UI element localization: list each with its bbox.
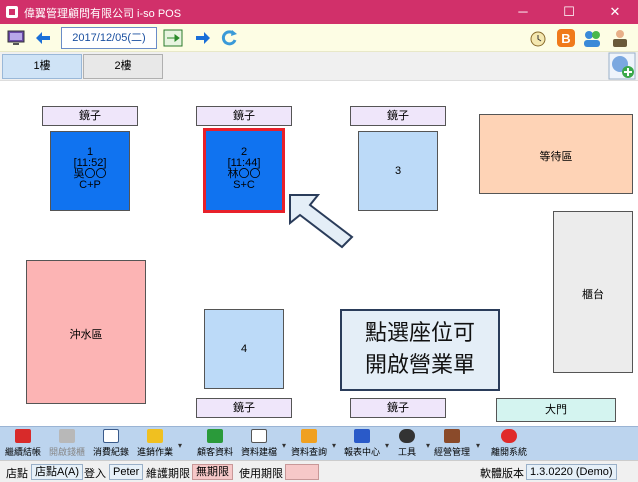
alarm-clock-icon[interactable] xyxy=(528,28,548,48)
document-icon xyxy=(251,429,267,443)
hint-line-1: 點選座位可 xyxy=(364,320,475,345)
usage-label: 使用期限 xyxy=(239,468,283,480)
date-field[interactable]: 2017/12/05(二) xyxy=(61,27,157,49)
report-center-button[interactable]: 報表中心 ▾ xyxy=(343,429,389,459)
refresh-icon[interactable] xyxy=(219,28,239,48)
wash-area-label: 沖水區 xyxy=(69,329,103,341)
open-drawer-button[interactable]: 開啟錢櫃 xyxy=(48,429,86,459)
store-label: 店點 xyxy=(6,468,28,480)
blogger-icon[interactable]: B xyxy=(556,28,576,48)
chevron-down-icon: ▾ xyxy=(331,441,336,450)
customer-data-button[interactable]: 顧客資料 xyxy=(196,429,234,459)
data-query-button[interactable]: 資料查詢 ▾ xyxy=(290,429,336,459)
cash-drawer-icon xyxy=(59,429,75,443)
usage-value xyxy=(285,464,319,480)
consumption-record-button[interactable]: 消費紀錄 xyxy=(92,429,130,459)
go-today-icon[interactable] xyxy=(163,28,183,48)
previous-date-arrow-icon[interactable] xyxy=(34,28,54,48)
main-gate: 大門 xyxy=(496,398,616,422)
login-label: 登入 xyxy=(84,468,106,480)
briefcase-icon xyxy=(444,429,460,443)
chevron-down-icon: ▾ xyxy=(425,441,430,450)
continue-checkout-button[interactable]: 繼續結帳 xyxy=(4,429,42,459)
waiting-area: 等待區 xyxy=(479,114,633,194)
mirror-label: 鏡子 xyxy=(350,398,446,418)
seat-4[interactable]: 4 xyxy=(204,309,284,389)
mirror-label: 鏡子 xyxy=(42,106,138,126)
chart-icon xyxy=(354,429,370,443)
list-icon xyxy=(103,429,119,443)
counter-label: 櫃台 xyxy=(582,289,604,301)
toolbar: 2017/12/05(二) B xyxy=(0,24,638,52)
power-icon xyxy=(501,429,517,443)
version-label: 軟體版本 xyxy=(480,468,524,480)
status-bar: 店點 店點A(A) 登入 Peter 維護期限 無期限 使用期限 軟體版本 1.… xyxy=(0,460,638,482)
tools-button[interactable]: 工具 ▾ xyxy=(392,429,430,459)
tab-floor-2[interactable]: 2樓 xyxy=(83,54,163,79)
counter-area: 櫃台 xyxy=(553,211,633,373)
seat-1[interactable]: 1 [11:52] 吳〇〇 C+P xyxy=(50,131,130,211)
chevron-down-icon: ▾ xyxy=(475,441,480,450)
waiting-area-label: 等待區 xyxy=(539,151,573,163)
window-title: 偉翼管理顧問有限公司 i-so POS xyxy=(24,8,182,20)
hint-line-2: 開啟營業單 xyxy=(364,352,475,377)
business-management-button[interactable]: 經營管理 ▾ xyxy=(432,429,480,459)
inventory-button[interactable]: 進銷作業 ▾ xyxy=(136,429,182,459)
minimize-button[interactable]: ─ xyxy=(500,0,546,24)
add-floor-icon[interactable] xyxy=(608,52,636,80)
staff-icon[interactable] xyxy=(610,28,630,48)
chevron-down-icon: ▾ xyxy=(281,441,286,450)
floor-plan: 鏡子 鏡子 鏡子 1 [11:52] 吳〇〇 C+P 2 [11:44] 林〇〇… xyxy=(0,80,638,426)
search-icon xyxy=(301,429,317,443)
version-value: 1.3.0220 (Demo) xyxy=(526,464,617,480)
maintenance-value: 無期限 xyxy=(192,464,233,480)
maintenance-label: 維護期限 xyxy=(146,468,190,480)
exit-system-button[interactable]: 離開系統 xyxy=(490,429,528,459)
gear-icon xyxy=(399,429,415,443)
tab-floor-1[interactable]: 1樓 xyxy=(2,54,82,79)
hint-callout: 點選座位可 開啟營業單 xyxy=(340,309,500,391)
seat-number: 3 xyxy=(394,165,402,177)
service-code: S+C xyxy=(233,179,255,191)
seat-2[interactable]: 2 [11:44] 林〇〇 S+C xyxy=(203,128,285,213)
maximize-button[interactable]: ☐ xyxy=(546,0,592,24)
callout-arrow-icon xyxy=(289,194,354,249)
close-button[interactable]: ✕ xyxy=(592,0,638,24)
chevron-down-icon: ▾ xyxy=(384,441,389,450)
mirror-label: 鏡子 xyxy=(196,106,292,126)
service-code: C+P xyxy=(79,179,101,191)
svg-text:B: B xyxy=(561,31,570,46)
floor-tab-bar: 1樓 2樓 xyxy=(0,52,638,80)
register-icon xyxy=(15,429,31,443)
inventory-icon xyxy=(147,429,163,443)
login-user: Peter xyxy=(109,464,144,480)
seat-3[interactable]: 3 xyxy=(358,131,438,211)
title-bar: 偉翼管理顧問有限公司 i-so POS ─ ☐ ✕ xyxy=(0,0,638,24)
mirror-label: 鏡子 xyxy=(196,398,292,418)
app-icon xyxy=(6,6,18,18)
wash-area: 沖水區 xyxy=(26,260,146,404)
chevron-down-icon: ▾ xyxy=(177,441,182,450)
function-bar: 繼續結帳 開啟錢櫃 消費紀錄 進銷作業 ▾ 顧客資料 資料建檔 ▾ 資料查詢 ▾… xyxy=(0,426,638,460)
monitor-icon[interactable] xyxy=(6,28,26,48)
mirror-label: 鏡子 xyxy=(350,106,446,126)
store-value: 店點A(A) xyxy=(31,464,83,480)
customer-icon xyxy=(207,429,223,443)
next-date-arrow-icon[interactable] xyxy=(192,28,212,48)
seat-number: 4 xyxy=(240,343,248,355)
data-setup-button[interactable]: 資料建檔 ▾ xyxy=(240,429,286,459)
users-icon[interactable] xyxy=(582,28,602,48)
